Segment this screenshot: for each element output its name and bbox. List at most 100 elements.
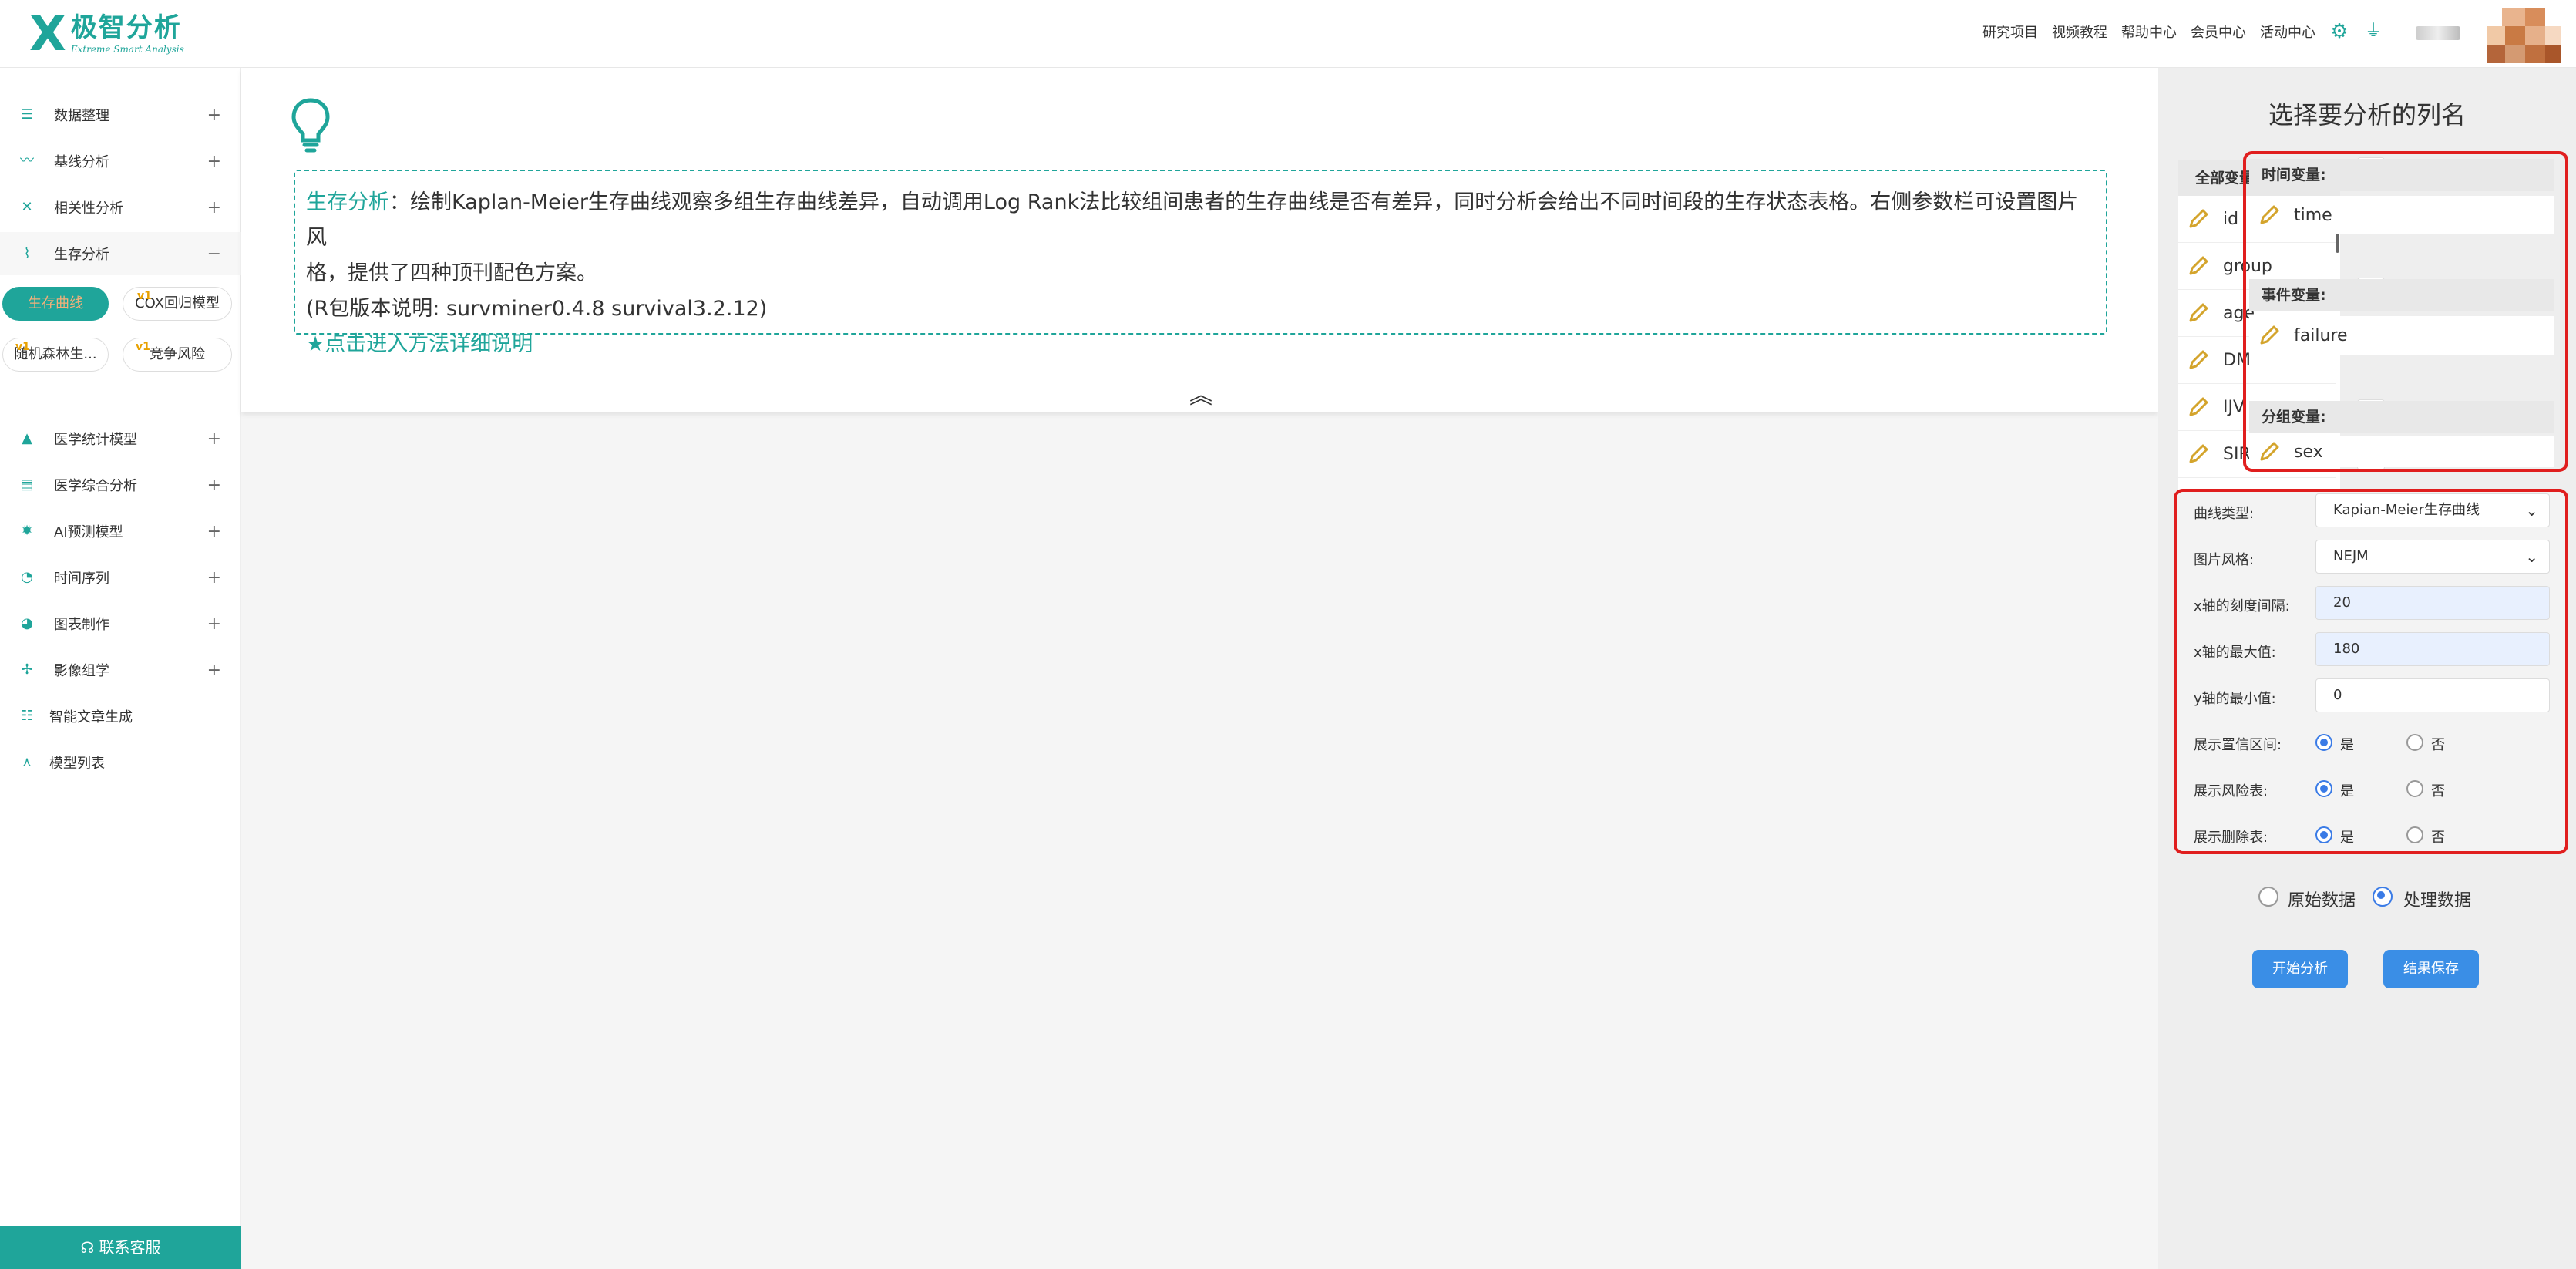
logo-mark: X xyxy=(29,5,66,62)
pencil-icon xyxy=(2189,397,2208,416)
start-analysis-button[interactable]: 开始分析 xyxy=(2252,950,2348,988)
target-variables-highlight xyxy=(2243,151,2568,472)
save-results-button[interactable]: 结果保存 xyxy=(2383,950,2479,988)
show-risk-no-radio[interactable] xyxy=(2406,780,2423,797)
expand-icon[interactable]: + xyxy=(207,198,221,217)
sidebar-item-data-cleaning[interactable]: ☰ 数据整理 + xyxy=(0,93,241,136)
x-max-input[interactable]: 180 xyxy=(2315,632,2550,666)
processed-data-radio[interactable] xyxy=(2373,887,2393,907)
start-analysis-label: 开始分析 xyxy=(2272,961,2328,977)
username-placeholder xyxy=(2416,26,2460,40)
filter-icon[interactable]: ⏚ xyxy=(2363,22,2383,42)
sub-btn-label: 竞争风险 xyxy=(150,346,205,362)
sub-btn-random-forest[interactable]: v1 随机森林生... xyxy=(2,338,109,372)
sidebar-item-charting[interactable]: ◕ 图表制作 + xyxy=(0,602,241,645)
contact-support-button[interactable]: ☊ 联系客服 xyxy=(0,1226,241,1269)
parameters-panel: 曲线类型: Kapian-Meier生存曲线 ⌄ 图片风格: NEJM ⌄ x轴… xyxy=(2174,489,2568,854)
description-box: 生存分析：绘制Kaplan-Meier生存曲线观察多组生存曲线差异，自动调用Lo… xyxy=(294,170,2107,356)
nav-video-tutorials[interactable]: 视频教程 xyxy=(2052,22,2107,42)
sidebar-item-survival[interactable]: ⌇ 生存分析 − xyxy=(0,232,241,275)
sub-btn-cox[interactable]: v1 COX回归模型 xyxy=(123,287,232,321)
sidebar-item-article-generation[interactable]: ☷ 智能文章生成 xyxy=(0,695,241,738)
pencil-icon xyxy=(2189,350,2208,369)
processed-data-label: 处理数据 xyxy=(2403,891,2472,911)
sidebar-item-label: AI预测模型 xyxy=(54,524,123,540)
curve-type-select[interactable]: Kapian-Meier生存曲线 ⌄ xyxy=(2315,493,2550,527)
method-detail-link[interactable]: ★点击进入方法详细说明 xyxy=(306,327,2095,362)
curve-type-value: Kapian-Meier生存曲线 xyxy=(2333,502,2480,518)
yes-label: 是 xyxy=(2340,783,2354,799)
nav-member-center[interactable]: 会员中心 xyxy=(2191,22,2246,42)
collapse-icon[interactable]: − xyxy=(207,244,221,264)
sidebar-item-label: 基线分析 xyxy=(54,154,109,170)
package-version-note: (R包版本说明: survminer0.4.8 survival3.2.12) xyxy=(306,297,768,321)
sidebar-item-label: 医学综合分析 xyxy=(54,478,137,494)
avatar[interactable] xyxy=(2487,8,2561,63)
sub-btn-competing-risk[interactable]: v1 竞争风险 xyxy=(123,338,232,372)
variable-label: id xyxy=(2223,209,2239,229)
sub-btn-survival-curve[interactable]: 生存曲线 xyxy=(2,287,109,321)
sidebar-item-baseline[interactable]: 〰 基线分析 + xyxy=(0,140,241,183)
sidebar-item-radiomics[interactable]: ✢ 影像组学 + xyxy=(0,648,241,692)
sidebar-item-label: 医学统计模型 xyxy=(54,432,137,448)
y-min-input[interactable]: 0 xyxy=(2315,678,2550,712)
y-min-value: 0 xyxy=(2333,687,2342,703)
chevron-down-icon: ⌄ xyxy=(2525,501,2538,520)
show-censor-no-radio[interactable] xyxy=(2406,826,2423,843)
image-style-label: 图片风格: xyxy=(2194,552,2255,568)
expand-icon[interactable]: + xyxy=(207,522,221,541)
nav-research-projects[interactable]: 研究项目 xyxy=(1982,22,2038,42)
document-icon: ▤ xyxy=(20,476,34,493)
collapse-up-icon[interactable]: ︽ xyxy=(1189,376,1212,410)
description-line-1: ：绘制Kaplan-Meier生存曲线观察多组生存曲线差异，自动调用Log Ra… xyxy=(306,190,2079,250)
clock-icon: ◔ xyxy=(21,569,33,585)
gear-icon[interactable]: ⚙ xyxy=(2329,22,2349,42)
pencil-icon xyxy=(2189,444,2208,463)
save-results-label: 结果保存 xyxy=(2403,961,2459,977)
sidebar-item-medical-comprehensive[interactable]: ▤ 医学综合分析 + xyxy=(0,463,241,507)
x-tick-interval-label: x轴的刻度间隔: xyxy=(2194,598,2290,614)
show-risk-yes-radio[interactable] xyxy=(2315,780,2332,797)
survival-chart-icon: ⌇ xyxy=(23,245,31,261)
pencil-icon xyxy=(2189,303,2208,322)
nav-activity-center[interactable]: 活动中心 xyxy=(2260,22,2315,42)
pencil-icon xyxy=(2189,256,2208,275)
sidebar-item-medical-stats[interactable]: ▲ 医学统计模型 + xyxy=(0,417,241,460)
show-censor-yes-radio[interactable] xyxy=(2315,826,2332,843)
logo-subtitle: Extreme Smart Analysis xyxy=(70,44,184,55)
image-style-select[interactable]: NEJM ⌄ xyxy=(2315,540,2550,574)
y-min-label: y轴的最小值: xyxy=(2194,691,2276,707)
description-text: 生存分析：绘制Kaplan-Meier生存曲线观察多组生存曲线差异，自动调用Lo… xyxy=(306,185,2095,256)
expand-icon[interactable]: + xyxy=(207,476,221,495)
sidebar-item-correlation[interactable]: ✕ 相关性分析 + xyxy=(0,186,241,229)
sidebar-item-label: 时间序列 xyxy=(54,571,109,587)
raw-data-radio[interactable] xyxy=(2258,887,2278,907)
expand-icon[interactable]: + xyxy=(207,429,221,449)
pie-chart-icon: ◕ xyxy=(21,615,33,631)
show-ci-no-radio[interactable] xyxy=(2406,734,2423,751)
version-badge: v1 xyxy=(137,290,152,302)
nav-help-center[interactable]: 帮助中心 xyxy=(2121,22,2177,42)
expand-icon[interactable]: + xyxy=(207,661,221,680)
logo-title: 极智分析 xyxy=(70,12,182,43)
expand-icon[interactable]: + xyxy=(207,568,221,587)
expand-icon[interactable]: + xyxy=(207,106,221,125)
sidebar: ☰ 数据整理 + 〰 基线分析 + ✕ 相关性分析 + ⌇ 生存分析 − 生存曲… xyxy=(0,68,241,1269)
image-style-value: NEJM xyxy=(2333,548,2369,564)
show-ci-yes-radio[interactable] xyxy=(2315,734,2332,751)
x-tick-interval-input[interactable]: 20 xyxy=(2315,586,2550,620)
expand-icon[interactable]: + xyxy=(207,614,221,634)
panel-title: 选择要分析的列名 xyxy=(2268,100,2466,130)
sidebar-item-time-series[interactable]: ◔ 时间序列 + xyxy=(0,556,241,599)
logo[interactable]: X 极智分析 Extreme Smart Analysis xyxy=(29,9,184,59)
pencil-icon xyxy=(2189,209,2208,228)
sidebar-item-ai-prediction[interactable]: ✹ AI预测模型 + xyxy=(0,510,241,553)
sidebar-item-model-list[interactable]: ⋏ 模型列表 xyxy=(0,741,241,784)
expand-icon[interactable]: + xyxy=(207,152,221,171)
x-max-label: x轴的最大值: xyxy=(2194,645,2276,661)
intro-card: 生存分析：绘制Kaplan-Meier生存曲线观察多组生存曲线差异，自动调用Lo… xyxy=(241,68,2158,412)
sub-btn-label: 生存曲线 xyxy=(28,295,83,311)
x-tick-interval-value: 20 xyxy=(2333,594,2351,611)
sidebar-item-label: 影像组学 xyxy=(54,663,109,679)
article-icon: ☷ xyxy=(20,708,34,724)
